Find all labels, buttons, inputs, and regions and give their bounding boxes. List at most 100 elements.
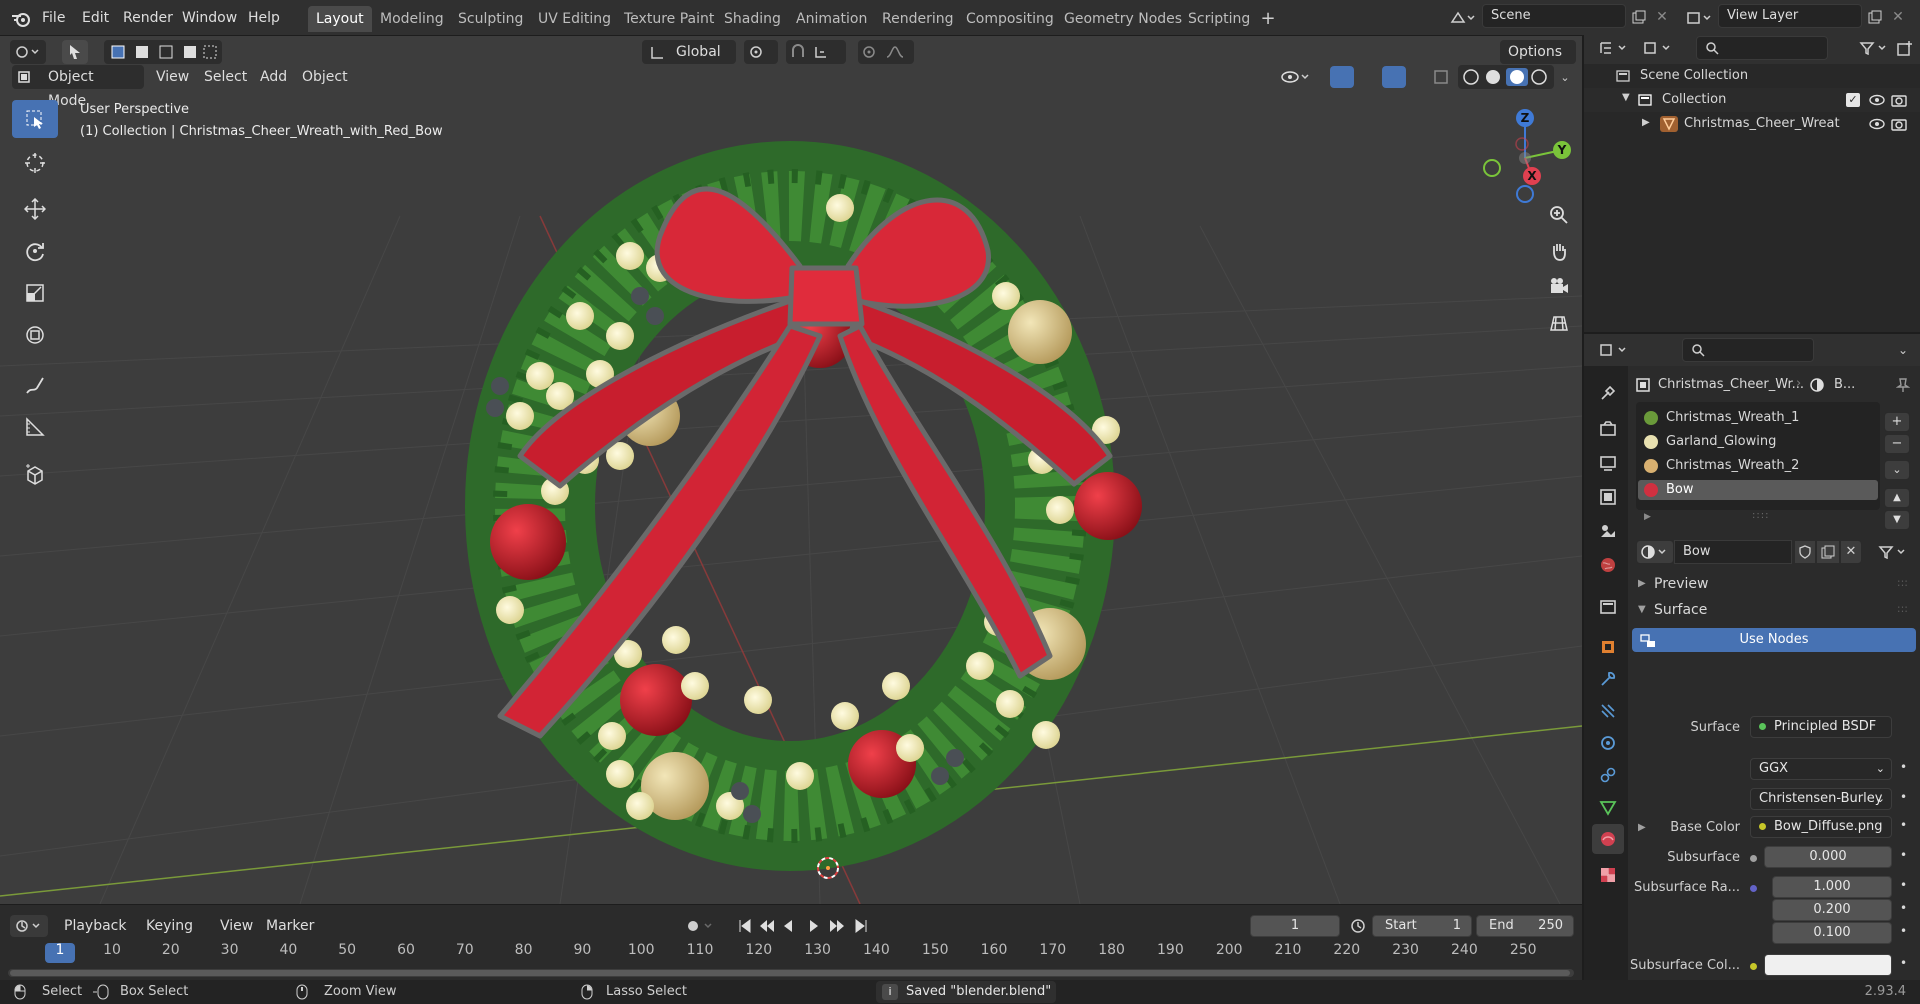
timeline-editor-type-icon[interactable] <box>10 915 48 937</box>
outliner-search-input[interactable] <box>1696 36 1828 60</box>
timeline-marker-menu[interactable]: Marker <box>258 914 322 938</box>
panel-drag-handle[interactable]: ::: <box>1897 602 1908 615</box>
view-layer-new-icon[interactable] <box>1864 6 1886 28</box>
xray-toggle-icon[interactable] <box>1430 65 1452 89</box>
editor-type-icon[interactable] <box>10 40 46 64</box>
collection-eye-icon[interactable] <box>1868 93 1886 107</box>
tab-rendering[interactable]: Rendering <box>874 6 962 32</box>
auto-keying-icon[interactable] <box>680 915 720 937</box>
add-workspace-icon[interactable]: + <box>1258 8 1278 29</box>
collection-checkbox[interactable]: ✓ <box>1846 93 1860 107</box>
menu-view[interactable]: View <box>148 65 197 89</box>
view-layer-field[interactable]: View Layer <box>1718 4 1862 28</box>
preview-panel-header[interactable]: ▶ Preview ::: <box>1630 572 1920 598</box>
proportional-editing-icon[interactable] <box>858 40 914 64</box>
material-slot-row[interactable]: Garland_Glowing <box>1638 432 1878 452</box>
perspective-toggle-icon[interactable] <box>1546 310 1572 336</box>
selection-mode-icons[interactable] <box>104 40 222 64</box>
use-nodes-button[interactable]: Use Nodes <box>1632 628 1916 652</box>
tab-geometry-nodes[interactable]: Geometry Nodes <box>1056 6 1190 32</box>
surface-shader-dropdown[interactable]: Principled BSDF <box>1750 716 1892 738</box>
filter-icon[interactable] <box>1856 36 1892 60</box>
rotate-tool[interactable] <box>12 232 58 270</box>
tab-uv-editing[interactable]: UV Editing <box>530 6 619 32</box>
menu-select[interactable]: Select <box>196 65 255 89</box>
scene-close-icon[interactable]: ✕ <box>1652 6 1672 28</box>
scale-tool[interactable] <box>12 274 58 312</box>
playback-controls[interactable] <box>734 915 874 937</box>
tab-sculpting[interactable]: Sculpting <box>450 6 531 32</box>
blender-logo-icon[interactable] <box>8 6 34 32</box>
add-cube-tool[interactable] <box>12 456 58 494</box>
shading-modes-icons[interactable] <box>1458 65 1554 89</box>
material-slot-row-active[interactable]: Bow <box>1638 480 1878 500</box>
menu-window[interactable]: Window <box>176 7 243 29</box>
outliner-row-object[interactable]: ▶ Christmas_Cheer_Wreath <box>1584 112 1920 136</box>
move-tool[interactable] <box>12 190 58 228</box>
new-collection-icon[interactable] <box>1894 36 1916 60</box>
current-frame-field[interactable]: 1 <box>1250 915 1340 937</box>
object-expand-icon[interactable]: ▶ <box>1642 117 1650 128</box>
tab-compositing[interactable]: Compositing <box>958 6 1062 32</box>
pivot-point-icon[interactable] <box>744 40 778 64</box>
pan-hand-icon[interactable] <box>1546 238 1572 264</box>
tab-layout[interactable]: Layout <box>308 6 372 32</box>
material-name-field[interactable]: Bow <box>1674 540 1792 564</box>
move-slot-down-button[interactable]: ▼ <box>1884 510 1910 530</box>
collection-camera-icon[interactable] <box>1890 93 1908 107</box>
menu-edit[interactable]: Edit <box>76 7 115 29</box>
outliner-editor-type-icon[interactable] <box>1596 36 1632 60</box>
tab-animation[interactable]: Animation <box>788 6 875 32</box>
remove-material-slot-button[interactable]: − <box>1884 434 1910 454</box>
material-slot-row[interactable]: Christmas_Wreath_2 <box>1638 456 1878 476</box>
subsurface-method-dropdown[interactable]: Christensen-Burley ⌄ <box>1750 788 1892 810</box>
add-material-slot-button[interactable]: + <box>1884 412 1910 432</box>
end-frame-field[interactable]: End 250 <box>1476 915 1574 937</box>
render-tab-icon[interactable] <box>1592 414 1624 444</box>
tab-modeling[interactable]: Modeling <box>372 6 452 32</box>
constraints-tab-icon[interactable] <box>1592 760 1624 790</box>
subsurface-color-keyframe-dot[interactable]: • <box>1900 956 1907 970</box>
move-slot-up-button[interactable]: ▲ <box>1884 488 1910 508</box>
subsurface-radius-keyframe-dot[interactable]: • <box>1900 878 1907 892</box>
tool-tab-icon[interactable] <box>1592 378 1624 408</box>
view-layer-close-icon[interactable]: ✕ <box>1888 6 1908 28</box>
material-slot-row[interactable]: Christmas_Wreath_1 <box>1638 408 1878 428</box>
physics-tab-icon[interactable] <box>1592 728 1624 758</box>
measure-tool[interactable] <box>12 408 58 446</box>
subsurface-color-swatch[interactable] <box>1764 954 1892 976</box>
snap-icon[interactable] <box>786 40 846 64</box>
properties-options-chevron-icon[interactable]: ⌄ <box>1892 338 1914 362</box>
annotate-tool[interactable] <box>12 366 58 404</box>
object-camera-icon[interactable] <box>1890 117 1908 131</box>
slot-specials-chevron-icon[interactable]: ⌄ <box>1884 460 1910 480</box>
subsurface-method-keyframe-dot[interactable]: • <box>1900 790 1907 804</box>
properties-editor-type-icon[interactable] <box>1596 338 1632 362</box>
select-tool-mode-icon[interactable] <box>62 40 88 64</box>
menu-render[interactable]: Render <box>117 7 179 29</box>
view-layer-tab-icon[interactable] <box>1592 482 1624 512</box>
select-box-tool[interactable] <box>12 100 58 138</box>
base-color-keyframe-dot[interactable]: • <box>1900 818 1907 832</box>
modifiers-tab-icon[interactable] <box>1592 664 1624 694</box>
shading-chevron-down-icon[interactable]: ⌄ <box>1556 65 1574 89</box>
display-mode-icon[interactable] <box>1640 36 1676 60</box>
distribution-keyframe-dot[interactable]: • <box>1900 760 1907 774</box>
start-frame-field[interactable]: Start 1 <box>1372 915 1472 937</box>
distribution-dropdown[interactable]: GGX ⌄ <box>1750 758 1892 780</box>
surface-panel-header[interactable]: ▼ Surface ::: <box>1630 598 1920 624</box>
subsurface-field[interactable]: 0.000 <box>1764 846 1892 868</box>
transform-tool[interactable] <box>12 316 58 354</box>
outliner-row-scene-collection[interactable]: Scene Collection <box>1584 64 1920 88</box>
slot-list-resize-handle[interactable]: :::: <box>1752 510 1769 521</box>
zoom-icon[interactable] <box>1546 202 1572 228</box>
data-tab-icon[interactable] <box>1592 792 1624 822</box>
overlays-toggle-icon[interactable] <box>1374 65 1414 89</box>
base-color-texture-field[interactable]: Bow_Diffuse.png <box>1750 816 1892 838</box>
view-layer-icon[interactable] <box>1682 6 1716 30</box>
subsurface-radius-z-field[interactable]: 0.100 <box>1772 922 1892 944</box>
properties-search-input[interactable] <box>1682 338 1814 362</box>
duplicate-material-icon[interactable] <box>1816 540 1840 564</box>
scene-new-icon[interactable] <box>1628 6 1650 28</box>
subsurface-radius-x-field[interactable]: 1.000 <box>1772 876 1892 898</box>
